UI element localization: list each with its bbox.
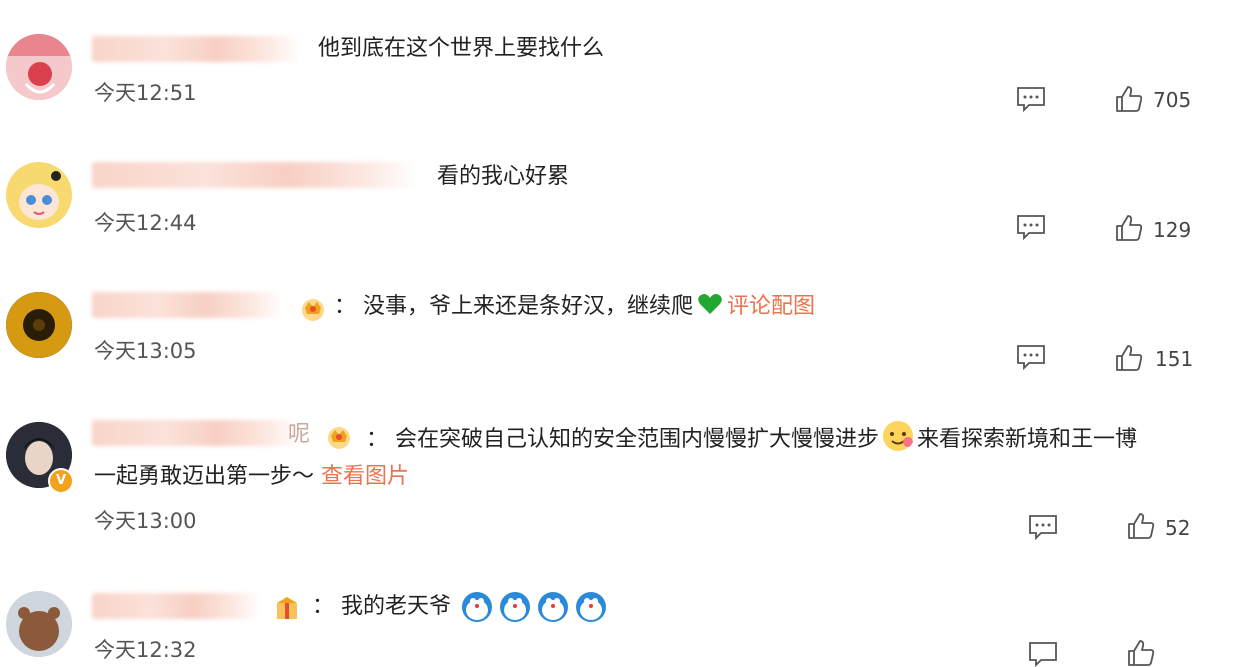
comment-text: 会在突破自己认知的安全范围内慢慢扩大慢慢进步 — [395, 427, 880, 452]
avatar[interactable] — [6, 591, 72, 657]
comment-text: 我的老天爷 — [341, 594, 452, 619]
avatar-image — [6, 591, 72, 657]
smiling-emoji-icon — [883, 421, 914, 451]
thumbs-up-icon[interactable] — [1127, 639, 1155, 667]
username-blurred[interactable] — [92, 292, 282, 318]
comment-item: V 呢 ： 会在突破自己认知的安全范围内慢慢扩大慢慢进步 来看探索新境和王一博 一… — [0, 390, 1236, 575]
username-suffix: 呢 — [288, 422, 311, 447]
comment-text-line: ： 我的老天爷 — [312, 591, 610, 623]
avatar[interactable] — [6, 34, 72, 100]
thumbs-up-icon[interactable] — [1115, 85, 1143, 113]
comment-bubble-icon[interactable] — [1016, 86, 1046, 112]
comment-time: 今天12:44 — [94, 211, 197, 235]
comment-separator: ： — [312, 594, 335, 619]
comment-time: 今天13:05 — [94, 339, 197, 363]
comment-bubble-icon[interactable] — [1028, 641, 1058, 667]
gift-badge-icon — [277, 597, 297, 619]
username-blurred[interactable] — [92, 420, 300, 446]
avatar-image — [6, 292, 72, 358]
comment-text: 一起勇敢迈出第一步～ — [94, 464, 315, 489]
comment-item: 他到底在这个世界上要找什么 今天12:51 705 — [0, 0, 1236, 130]
view-image-link[interactable]: 查看图片 — [321, 464, 409, 489]
avatar[interactable] — [6, 162, 72, 228]
avatar-image — [6, 34, 72, 100]
crown-badge-icon — [302, 299, 324, 321]
doraemon-emoji-icon — [500, 592, 531, 622]
comment-text: 他到底在这个世界上要找什么 — [318, 36, 605, 61]
like-count: 705 — [1153, 88, 1192, 112]
comment-image-link[interactable]: 评论配图 — [727, 294, 815, 319]
comment-separator: ： — [334, 294, 357, 319]
green-heart-icon — [698, 294, 722, 314]
comment-text-cont: 来看探索新境和王一博 — [917, 427, 1138, 452]
doraemon-emoji-icon — [538, 592, 569, 622]
comment-separator: ： — [366, 427, 389, 452]
username-blurred[interactable] — [92, 593, 260, 619]
thumbs-up-icon[interactable] — [1127, 512, 1155, 540]
like-count: 151 — [1155, 347, 1194, 371]
comment-text: 看的我心好累 — [437, 164, 570, 189]
comment-text-line: ： 会在突破自己认知的安全范围内慢慢扩大慢慢进步 来看探索新境和王一博 — [366, 420, 1137, 455]
comment-bubble-icon[interactable] — [1016, 214, 1046, 240]
avatar-image — [6, 162, 72, 228]
comment-time: 今天13:00 — [94, 509, 197, 533]
like-count: 52 — [1165, 516, 1191, 540]
comment-text-line: ： 没事，爷上来还是条好汉，继续爬 评论配图 — [334, 292, 815, 322]
avatar[interactable] — [6, 292, 72, 358]
thumbs-up-icon[interactable] — [1115, 214, 1143, 242]
crown-badge-icon — [328, 427, 350, 449]
comment-item: 看的我心好累 今天12:44 129 — [0, 130, 1236, 260]
doraemon-emoji-icon — [462, 592, 493, 622]
comment-item: ： 我的老天爷 今天12:32 — [0, 575, 1236, 667]
comment-text: 没事，爷上来还是条好汉，继续爬 — [363, 294, 694, 319]
comment-bubble-icon[interactable] — [1016, 344, 1046, 370]
comment-time: 今天12:51 — [94, 81, 197, 105]
like-count: 129 — [1153, 218, 1192, 242]
doraemon-emoji-icon — [576, 592, 607, 622]
username-blurred[interactable] — [92, 162, 418, 188]
thumbs-up-icon[interactable] — [1115, 344, 1143, 372]
comment-text-line2: 一起勇敢迈出第一步～ 查看图片 — [94, 462, 409, 492]
username-blurred[interactable] — [92, 36, 300, 62]
comment-time: 今天12:32 — [94, 638, 197, 662]
comment-bubble-icon[interactable] — [1028, 514, 1058, 540]
verified-badge-icon: V — [48, 468, 74, 494]
comment-item: ： 没事，爷上来还是条好汉，继续爬 评论配图 今天13:05 151 — [0, 260, 1236, 390]
